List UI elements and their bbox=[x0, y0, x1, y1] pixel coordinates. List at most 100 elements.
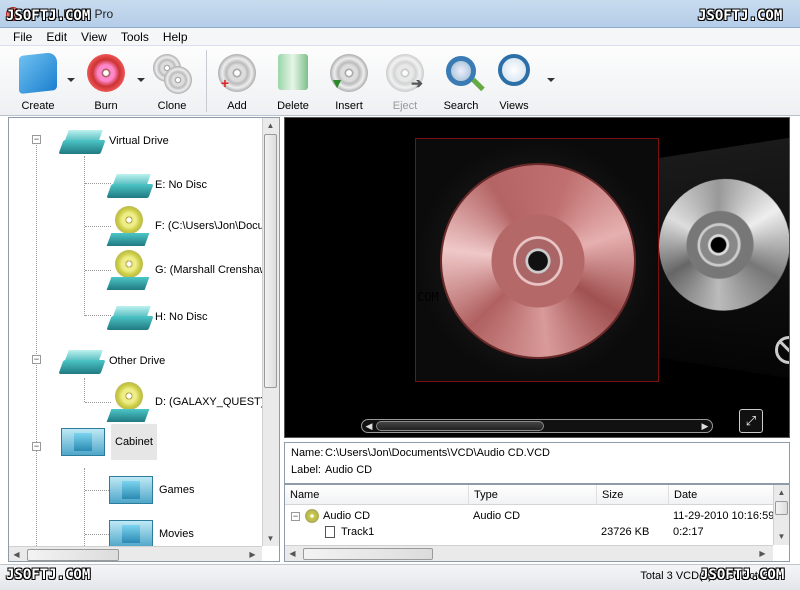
tree-node-drive-f[interactable]: F: (C:\Users\Jon\Docu bbox=[106, 206, 264, 246]
cover-next[interactable] bbox=[659, 133, 789, 383]
insert-button[interactable]: ▼ Insert bbox=[326, 50, 372, 114]
tree-node-other-drive[interactable]: Other Drive bbox=[58, 348, 166, 374]
tree-node-drive-g[interactable]: G: (Marshall Crenshaw bbox=[106, 250, 267, 290]
row-date: 11-29-2010 10:16:59 bbox=[673, 510, 775, 522]
name-value: C:\Users\Jon\Documents\VCD\Audio CD.VCD bbox=[325, 447, 550, 459]
scroll-down-arrow[interactable]: ▼ bbox=[263, 531, 278, 546]
tree-line bbox=[85, 490, 111, 491]
scroll-right-arrow[interactable]: ▶ bbox=[245, 547, 260, 561]
column-header-date[interactable]: Date bbox=[669, 485, 775, 505]
scroll-thumb[interactable] bbox=[303, 548, 433, 560]
create-button[interactable]: Create bbox=[12, 50, 64, 114]
collapse-toggle[interactable]: − bbox=[32, 135, 41, 144]
collapse-toggle[interactable]: − bbox=[32, 442, 41, 451]
fullscreen-button[interactable]: ⤢ bbox=[739, 409, 763, 433]
views-button[interactable]: Views bbox=[492, 50, 536, 114]
scroll-right-arrow[interactable]: ▶ bbox=[755, 546, 770, 561]
drive-tree[interactable]: − Virtual Drive E: No Disc F: (C:\Users\… bbox=[8, 117, 280, 562]
watermark-overlay: COM bbox=[417, 290, 439, 304]
create-dropdown-arrow[interactable] bbox=[67, 78, 75, 82]
tree-node-movies[interactable]: Movies bbox=[109, 520, 194, 548]
menu-view[interactable]: View bbox=[74, 30, 114, 44]
empty-drive-icon bbox=[106, 304, 154, 330]
tree-line bbox=[85, 183, 111, 184]
row-date: 0:2:17 bbox=[673, 526, 704, 538]
tree-node-drive-e[interactable]: E: No Disc bbox=[106, 172, 207, 198]
menu-help[interactable]: Help bbox=[156, 30, 195, 44]
tree-line bbox=[85, 534, 111, 535]
disc-preview[interactable]: COM ◀ ▶ ⤢ bbox=[284, 117, 790, 438]
tree-node-drive-h[interactable]: H: No Disc bbox=[106, 304, 208, 330]
tree-line bbox=[84, 468, 85, 558]
list-vertical-scrollbar[interactable]: ▲ ▼ bbox=[773, 485, 789, 545]
delete-label: Delete bbox=[277, 100, 309, 112]
recycle-bin-icon bbox=[278, 54, 308, 90]
file-list[interactable]: Name Type Size Date − Audio CD Audio CD … bbox=[284, 484, 790, 562]
scroll-thumb[interactable] bbox=[27, 549, 119, 561]
menu-tools[interactable]: Tools bbox=[114, 30, 156, 44]
column-header-name[interactable]: Name bbox=[285, 485, 469, 505]
column-header-size[interactable]: Size bbox=[597, 485, 669, 505]
eject-button[interactable]: ➔ Eject bbox=[382, 50, 428, 114]
tree-node-virtual-drive[interactable]: Virtual Drive bbox=[58, 128, 169, 154]
clone-button[interactable]: Clone bbox=[148, 50, 196, 114]
list-horizontal-scrollbar[interactable]: ◀ ▶ bbox=[285, 545, 773, 561]
menu-file[interactable]: File bbox=[6, 30, 39, 44]
tree-node-games[interactable]: Games bbox=[109, 476, 194, 504]
tree-label: Cabinet bbox=[111, 424, 157, 460]
menu-edit[interactable]: Edit bbox=[39, 30, 74, 44]
scroll-left-arrow[interactable]: ◀ bbox=[362, 419, 376, 433]
scroll-up-arrow[interactable]: ▲ bbox=[774, 485, 789, 500]
create-label: Create bbox=[21, 100, 55, 112]
tree-label: H: No Disc bbox=[155, 311, 208, 323]
right-arrow-icon: ➔ bbox=[411, 75, 423, 91]
views-magnifier-icon bbox=[498, 54, 530, 86]
collapse-toggle[interactable]: − bbox=[291, 512, 300, 521]
empty-drive-icon bbox=[106, 172, 154, 198]
tree-vertical-scrollbar[interactable]: ▲ ▼ bbox=[262, 118, 279, 546]
column-header-type[interactable]: Type bbox=[469, 485, 597, 505]
row-name: Track1 bbox=[341, 526, 375, 538]
tree-line bbox=[84, 156, 85, 316]
collapse-toggle[interactable]: − bbox=[32, 355, 41, 364]
tree-label: Other Drive bbox=[109, 355, 166, 367]
scroll-left-arrow[interactable]: ◀ bbox=[9, 547, 24, 561]
delete-button[interactable]: Delete bbox=[270, 50, 316, 114]
cd-drive-icon bbox=[106, 382, 150, 422]
clone-label: Clone bbox=[157, 100, 187, 112]
scroll-thumb[interactable] bbox=[376, 421, 544, 431]
views-dropdown-arrow[interactable] bbox=[547, 78, 555, 82]
scroll-up-arrow[interactable]: ▲ bbox=[263, 118, 278, 133]
burn-dropdown-arrow[interactable] bbox=[137, 78, 145, 82]
tree-label: Virtual Drive bbox=[109, 135, 169, 147]
tree-label: Games bbox=[159, 484, 195, 496]
cd-drive-icon bbox=[106, 250, 150, 290]
scroll-thumb[interactable] bbox=[775, 501, 788, 515]
create-folder-icon bbox=[19, 52, 57, 94]
clone-disc-icon-2 bbox=[163, 66, 192, 94]
plus-icon: + bbox=[220, 75, 230, 91]
toolbar: Create Burn Clone + Add Delete ▼ Insert … bbox=[0, 46, 800, 116]
track-file-icon bbox=[325, 526, 335, 538]
status-bar: Total 3 VCD(s), 0 Selected bbox=[0, 564, 800, 590]
search-label: Search bbox=[443, 100, 479, 112]
tree-node-drive-d[interactable]: D: (GALAXY_QUEST) bbox=[106, 382, 264, 422]
scroll-left-arrow[interactable]: ◀ bbox=[285, 546, 300, 561]
tree-horizontal-scrollbar[interactable]: ◀ ▶ bbox=[9, 546, 262, 561]
watermark-bottom-right: JSOFTJ.COM bbox=[700, 567, 785, 583]
cabinet-icon bbox=[61, 428, 105, 456]
tree-line bbox=[85, 270, 111, 271]
tree-node-cabinet[interactable]: Cabinet bbox=[61, 424, 157, 460]
toolbar-separator bbox=[206, 50, 207, 112]
add-button[interactable]: + Add bbox=[214, 50, 260, 114]
tree-line bbox=[85, 226, 111, 227]
scroll-thumb[interactable] bbox=[264, 134, 277, 388]
scroll-down-arrow[interactable]: ▼ bbox=[774, 529, 789, 544]
cover-scrollbar[interactable]: ◀ ▶ bbox=[361, 419, 713, 433]
menu-bar: File Edit View Tools Help bbox=[0, 28, 800, 46]
tree-line bbox=[84, 378, 85, 402]
burn-button[interactable]: Burn bbox=[80, 50, 132, 114]
cover-selected[interactable] bbox=[415, 138, 659, 382]
scroll-right-arrow[interactable]: ▶ bbox=[698, 419, 712, 433]
search-button[interactable]: Search bbox=[438, 50, 484, 114]
